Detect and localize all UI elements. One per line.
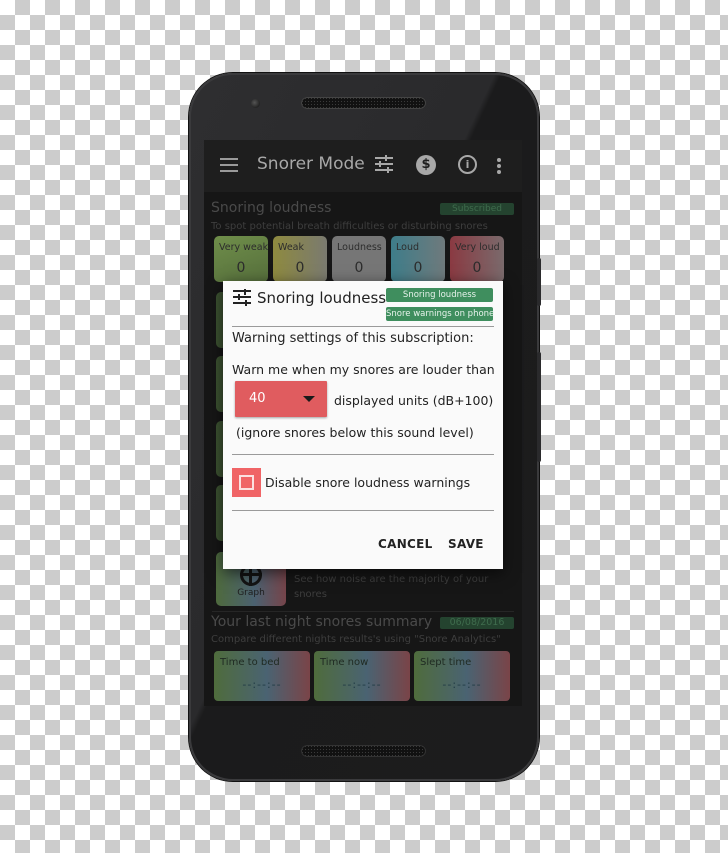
chip-snore-warnings: Snore warnings on phone [386, 307, 495, 321]
earpiece-speaker [301, 97, 426, 109]
sliders-icon [233, 289, 251, 306]
dialog-divider [232, 326, 494, 327]
cancel-button[interactable]: CANCEL [378, 537, 433, 551]
disable-warnings-label[interactable]: Disable snore loudness warnings [265, 475, 470, 490]
chip-snoring-loudness: Snoring loudness [386, 288, 493, 302]
dialog-divider [232, 454, 494, 455]
chevron-down-icon [303, 396, 315, 402]
disable-warnings-checkbox[interactable] [232, 468, 261, 497]
volume-button [537, 352, 541, 462]
power-button [537, 258, 541, 306]
units-text: displayed units (dB+100) [334, 393, 494, 408]
threshold-value: 40 [249, 391, 266, 406]
ignore-text: (ignore snores below this sound level) [236, 425, 474, 440]
dialog-title: Snoring loudness [257, 289, 387, 307]
threshold-dropdown[interactable]: 40 [235, 381, 327, 417]
dialog-divider [232, 510, 494, 511]
checkbox-box [239, 475, 254, 490]
warn-text: Warn me when my snores are louder than [232, 362, 495, 377]
warning-settings-dialog: Snoring loudness Snoring loudness Snore … [223, 281, 503, 569]
dialog-heading: Warning settings of this subscription: [232, 331, 474, 346]
bottom-speaker [301, 745, 426, 757]
save-button[interactable]: SAVE [448, 537, 484, 551]
front-camera [251, 99, 260, 108]
